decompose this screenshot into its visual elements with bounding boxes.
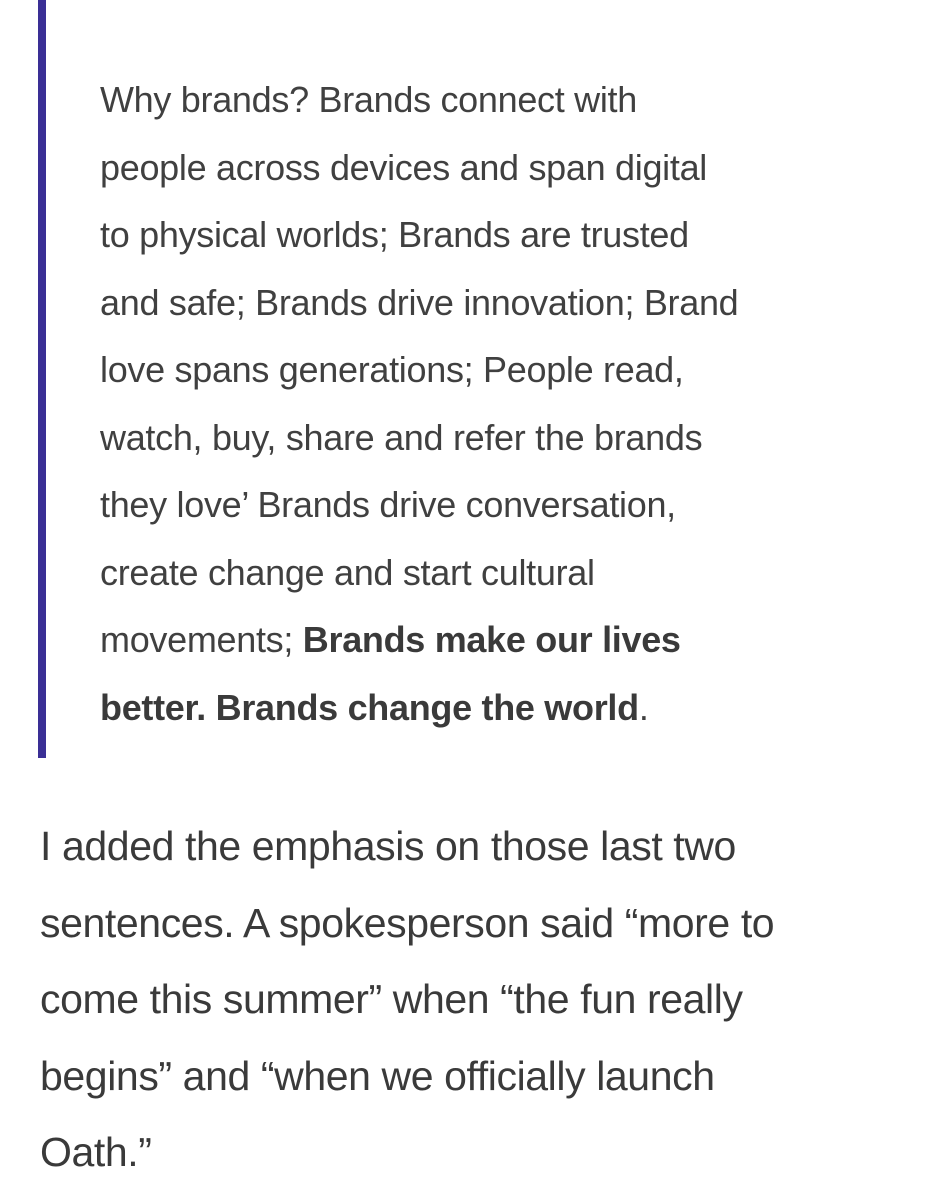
blockquote-line: to physical worlds; Brands are trusted — [100, 214, 689, 255]
blockquote-line: better. Brands change the world. — [100, 674, 840, 742]
blockquote-line: they love’ Brands drive conversation, — [100, 484, 676, 525]
paragraph-line: sentences. A spokesperson said “more to — [40, 899, 775, 946]
body-paragraph: I added the emphasis on those last two s… — [40, 808, 910, 1191]
blockquote-line: people across devices and span digital — [100, 146, 707, 188]
blockquote-emphasis: Brands make our lives — [302, 619, 681, 660]
blockquote-plain-text: movements; — [100, 619, 303, 660]
blockquote-emphasis: better. Brands change the world — [100, 686, 639, 728]
blockquote-line: Why brands? Brands connect with — [100, 79, 637, 120]
blockquote-line: movements; Brands make our lives — [100, 606, 840, 674]
paragraph-line: I added the emphasis on those last two — [40, 823, 736, 869]
paragraph-line: Oath.” — [40, 1129, 152, 1175]
blockquote: Why brands? Brands connect with people a… — [38, 0, 858, 758]
blockquote-plain-text: . — [638, 686, 649, 728]
paragraph-line: come this summer” when “the fun really — [40, 976, 743, 1022]
blockquote-text: Why brands? Brands connect with people a… — [100, 66, 840, 741]
blockquote-line: and safe; Brands drive innovation; Brand — [100, 281, 739, 323]
article-body: Why brands? Brands connect with people a… — [0, 0, 931, 1200]
paragraph-line: begins” and “when we officially launch — [40, 1052, 715, 1099]
blockquote-line: watch, buy, share and refer the brands — [100, 416, 703, 458]
blockquote-line: create change and start cultural — [100, 551, 595, 593]
blockquote-line: love spans generations; People read, — [100, 349, 684, 390]
blockquote-accent-bar — [38, 0, 46, 758]
